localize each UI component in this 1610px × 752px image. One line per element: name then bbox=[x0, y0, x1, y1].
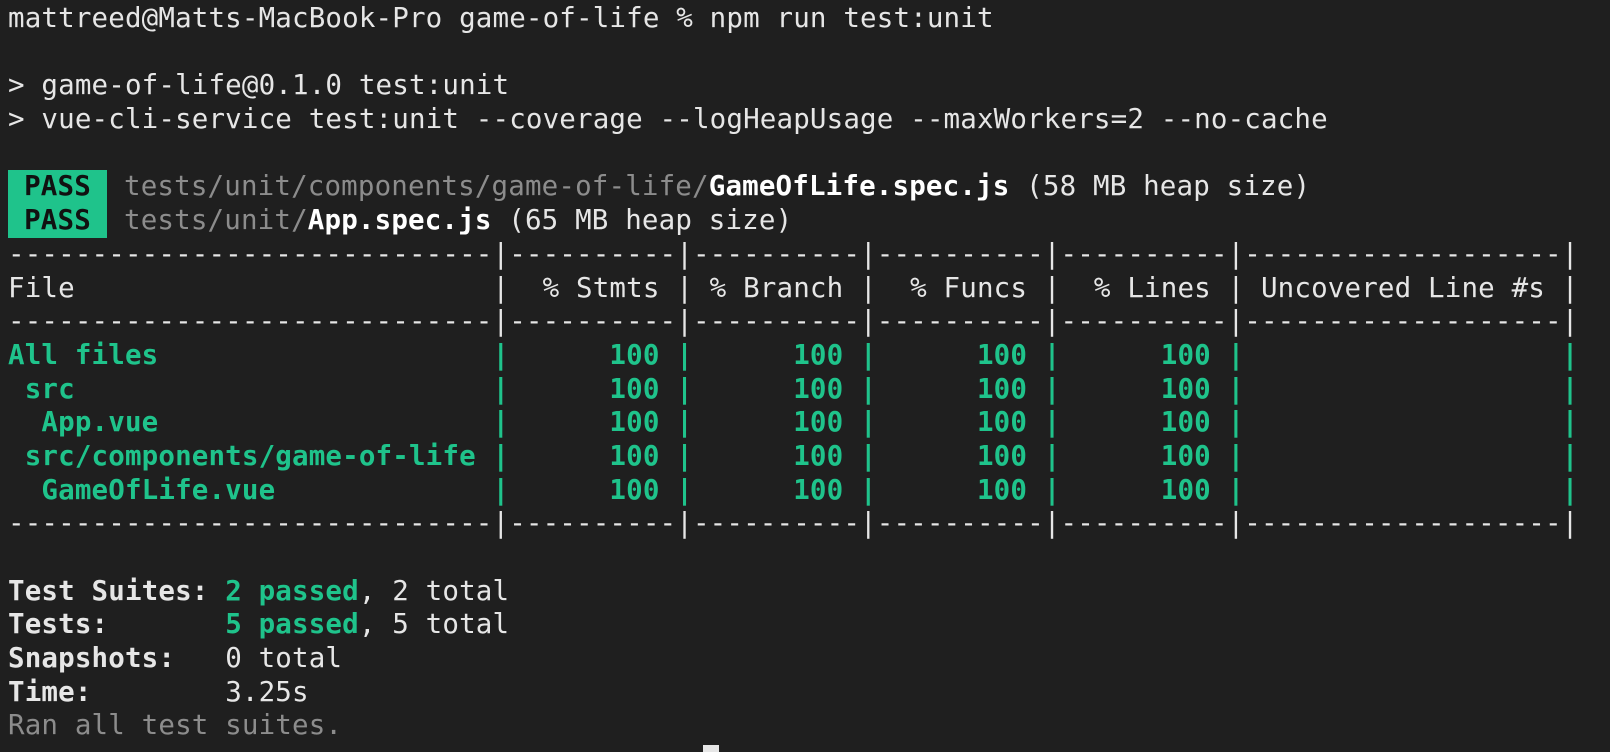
pass-badge: PASS bbox=[8, 204, 107, 238]
coverage-header: File | % Stmts | % Branch | % Funcs | % … bbox=[8, 271, 1579, 304]
summary-value: 0 total bbox=[225, 642, 343, 675]
summary-passed: 5 passed bbox=[225, 608, 359, 641]
script-output-line: > vue-cli-service test:unit --coverage -… bbox=[8, 103, 1328, 136]
summary-time: Time: 3.25s bbox=[8, 676, 1610, 710]
coverage-separator: -----------------------------|----------… bbox=[8, 305, 1579, 338]
summary-snapshots: Snapshots: 0 total bbox=[8, 642, 1610, 676]
coverage-row: src/components/game-of-life | 100 | 100 … bbox=[8, 439, 1579, 472]
coverage-separator: -----------------------------|----------… bbox=[8, 237, 1579, 270]
summary-label: Tests: bbox=[8, 608, 226, 641]
test-file-name: App.spec.js bbox=[307, 204, 492, 237]
test-result-line: PASS tests/unit/components/game-of-life/G… bbox=[8, 170, 1610, 205]
summary-suites: Test Suites: 2 passed, 2 total bbox=[8, 575, 1610, 609]
summary-total: , 2 total bbox=[358, 574, 510, 607]
heap-size: (58 MB heap size) bbox=[1009, 170, 1311, 203]
terminal-cursor bbox=[703, 745, 719, 752]
script-output-line: > game-of-life@0.1.0 test:unit bbox=[8, 69, 510, 102]
test-file-dir: tests/unit/ bbox=[124, 204, 308, 237]
heap-size: (65 MB heap size) bbox=[491, 204, 793, 237]
test-file-dir: tests/unit/components/game-of-life/ bbox=[124, 170, 709, 203]
coverage-row: src | 100 | 100 | 100 | 100 | | bbox=[8, 372, 1579, 405]
summary-value: 3.25s bbox=[225, 675, 309, 708]
pass-badge: PASS bbox=[8, 170, 107, 205]
summary-label: Test Suites: bbox=[8, 574, 226, 607]
terminal-window[interactable]: mattreed@Matts-MacBook-Pro game-of-life … bbox=[0, 0, 1610, 752]
coverage-row: App.vue | 100 | 100 | 100 | 100 | | bbox=[8, 406, 1579, 439]
summary-tests: Tests: 5 passed, 5 total bbox=[8, 608, 1610, 642]
command-prompt-line: mattreed@Matts-MacBook-Pro game-of-life … bbox=[8, 2, 994, 34]
test-file-name: GameOfLife.spec.js bbox=[708, 170, 1010, 203]
test-result-line: PASS tests/unit/App.spec.js (65 MB heap s… bbox=[8, 204, 1610, 238]
coverage-separator: -----------------------------|----------… bbox=[8, 507, 1579, 540]
ran-all-message: Ran all test suites. bbox=[8, 709, 343, 742]
summary-total: , 5 total bbox=[358, 608, 510, 641]
summary-passed: 2 passed bbox=[225, 574, 359, 607]
summary-label: Time: bbox=[8, 675, 226, 708]
coverage-row: GameOfLife.vue | 100 | 100 | 100 | 100 |… bbox=[8, 473, 1579, 506]
summary-label: Snapshots: bbox=[8, 642, 226, 675]
coverage-row: All files | 100 | 100 | 100 | 100 | | bbox=[8, 338, 1579, 371]
